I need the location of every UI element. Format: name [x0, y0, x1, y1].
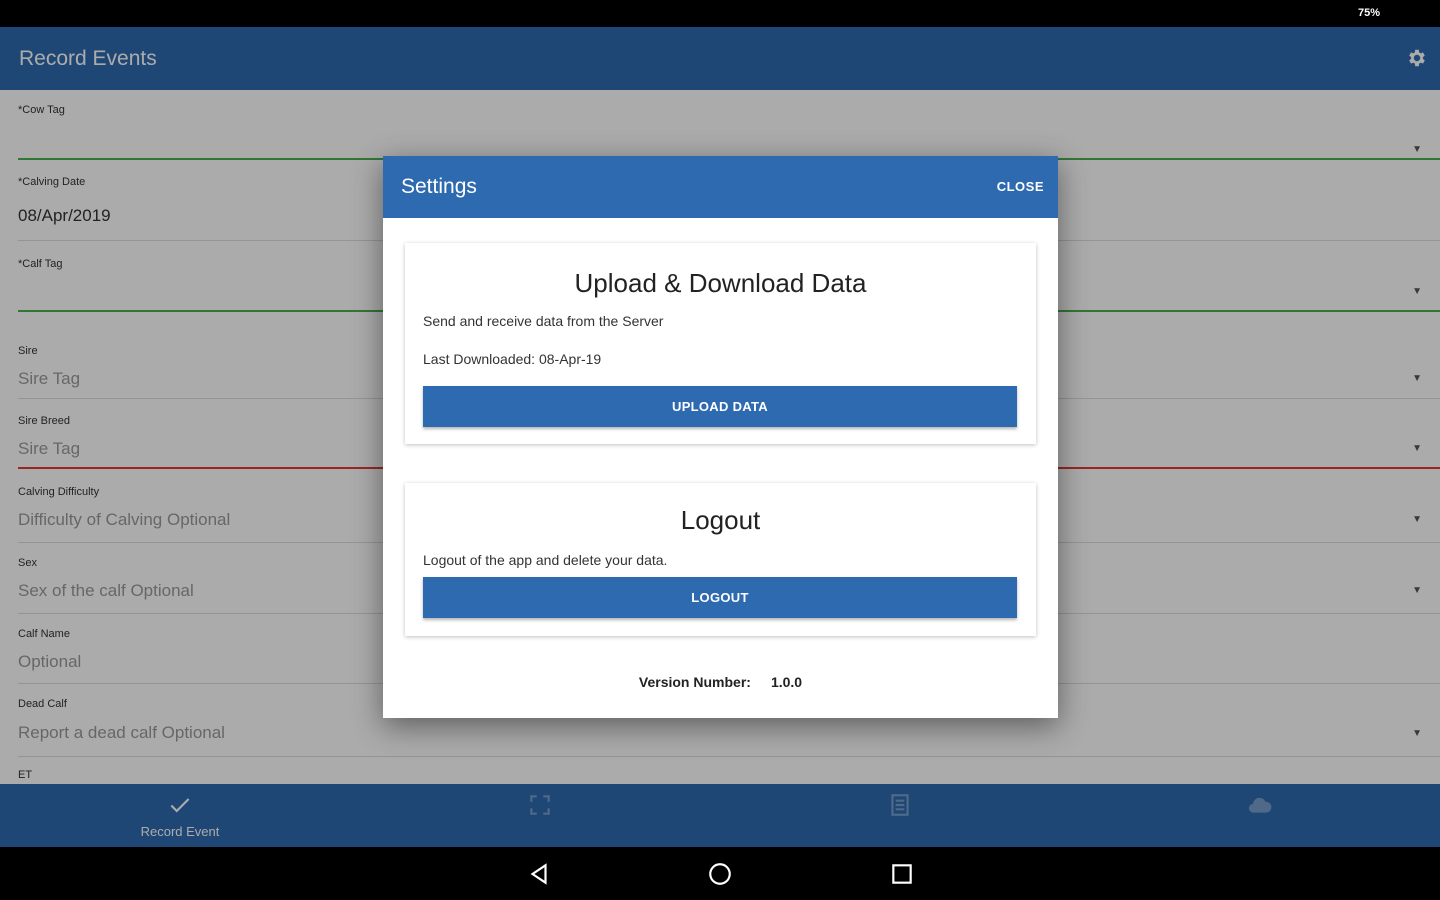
last-downloaded-text: Last Downloaded: 08-Apr-19	[423, 351, 602, 367]
system-navigation-bar	[0, 847, 1440, 900]
battery-level: 75%	[1357, 7, 1380, 19]
upload-download-card: Upload & Download Data Send and receive …	[405, 243, 1036, 444]
logout-card-title: Logout	[680, 505, 761, 535]
logout-card-description: Logout of the app and delete your data.	[423, 552, 668, 568]
close-button[interactable]: CLOSE	[997, 179, 1044, 194]
settings-dialog: Settings CLOSE Upload & Download Data Se…	[383, 156, 1058, 718]
back-icon[interactable]	[526, 861, 552, 887]
status-bar: 75%	[0, 0, 1440, 27]
recents-icon[interactable]	[889, 861, 915, 887]
logout-card: Logout Logout of the app and delete your…	[405, 483, 1036, 636]
upload-card-title: Upload & Download Data	[574, 268, 867, 298]
dialog-title: Settings	[401, 175, 477, 198]
home-icon[interactable]	[707, 861, 733, 887]
upload-data-button[interactable]: UPLOAD DATA	[423, 386, 1017, 427]
version-info: Version Number: 1.0.0	[383, 674, 1058, 690]
version-label: Version Number:	[638, 674, 751, 690]
logout-button[interactable]: LOGOUT	[423, 577, 1017, 618]
upload-card-description: Send and receive data from the Server	[423, 313, 664, 329]
dialog-header: Settings CLOSE	[383, 156, 1058, 218]
version-value: 1.0.0	[770, 674, 803, 690]
